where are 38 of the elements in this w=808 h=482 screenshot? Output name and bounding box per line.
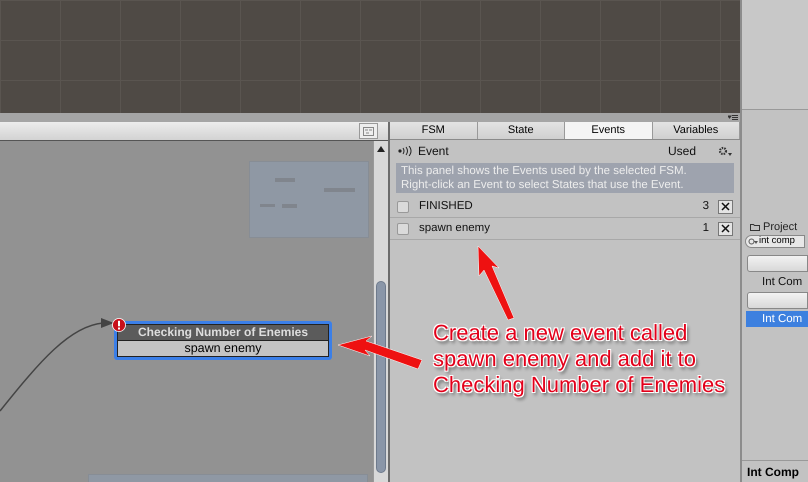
checkbox[interactable] — [397, 200, 409, 212]
search-icon[interactable] — [748, 238, 758, 246]
asset-item[interactable]: Int Com — [746, 274, 808, 290]
panel-title: Project — [763, 220, 798, 235]
event-name[interactable]: FINISHED — [419, 198, 473, 216]
tab[interactable]: Variables — [652, 122, 740, 139]
asset-button[interactable] — [747, 292, 808, 309]
minimap-toggle-button[interactable] — [359, 123, 378, 139]
asset-item[interactable]: Int Com — [746, 311, 808, 327]
folder-icon — [750, 223, 760, 231]
state-node[interactable]: Checking Number of Enemies spawn enemy — [114, 321, 332, 360]
checkbox[interactable] — [397, 222, 409, 234]
menu-icon[interactable] — [728, 114, 738, 120]
search-field[interactable]: int comp — [745, 235, 805, 248]
tab[interactable]: State — [478, 122, 565, 139]
selection-label: Int Comp — [742, 460, 808, 482]
settings-icon[interactable] — [718, 146, 732, 156]
event-name[interactable]: spawn enemy — [419, 220, 490, 238]
asset-button[interactable] — [747, 255, 808, 272]
column-header: Event — [418, 143, 449, 160]
broadcast-icon — [398, 146, 412, 156]
info-text: This panel shows the Events used by the selected FSM. Right-click an Event to select States that use the Event. — [396, 163, 734, 193]
close-icon[interactable] — [721, 202, 730, 211]
scrollbar[interactable] — [373, 141, 388, 482]
column-header: Used — [668, 143, 696, 160]
close-icon[interactable] — [721, 224, 730, 233]
scroll-up-icon[interactable] — [377, 146, 385, 152]
state-title: Checking Number of Enemies — [117, 324, 329, 341]
scrollbar-thumb[interactable] — [376, 281, 386, 473]
delete-button[interactable] — [718, 222, 733, 236]
transition-event[interactable]: spawn enemy — [117, 341, 329, 357]
delete-button[interactable] — [718, 200, 733, 214]
tab[interactable]: FSM — [390, 122, 478, 139]
tab[interactable]: Events — [565, 122, 652, 139]
callout-text: Create a new event called spawn enemy and add it to Checking Number of Enemies — [433, 320, 726, 398]
usage-count: 3 — [702, 198, 709, 214]
minimap-icon[interactable] — [363, 126, 374, 136]
usage-count: 1 — [702, 220, 709, 236]
